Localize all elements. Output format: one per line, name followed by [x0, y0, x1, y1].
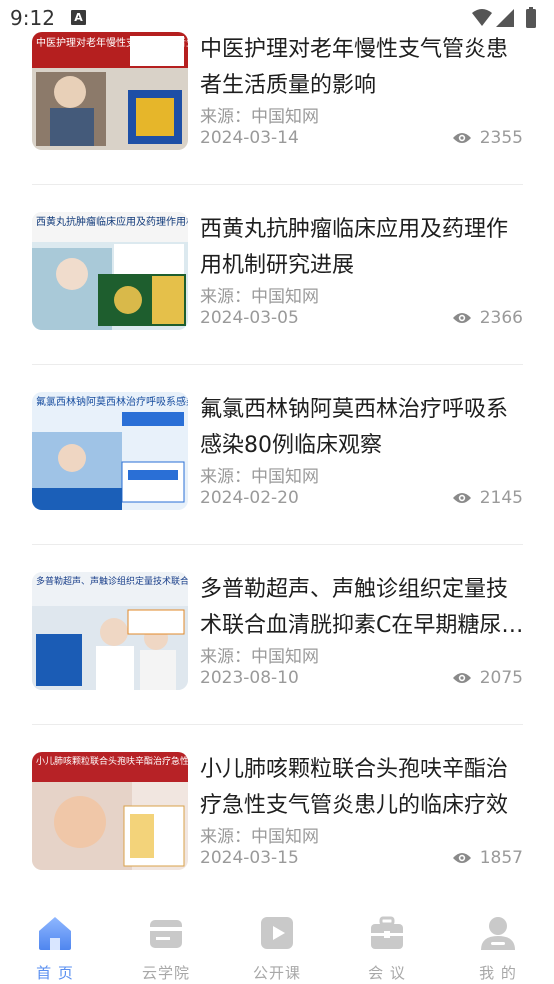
article-card[interactable]: 小儿肺咳颗粒联合头孢呋辛酯治疗急性支气管炎患儿的临床疗效及对免疫功能和炎症指标的…: [32, 724, 523, 905]
view-count-value: 2075: [479, 668, 523, 688]
article-card[interactable]: 西黄丸抗肿瘤临床应用及药理作用机制研究进展 西黄丸抗肿瘤临床应用及药理作用机制研…: [32, 184, 523, 365]
article-thumbnail: 西黄丸抗肿瘤临床应用及药理作用机制研究进展: [32, 212, 188, 330]
nav-label: 会 议: [368, 964, 406, 982]
nav-school[interactable]: 云学院: [121, 914, 211, 983]
school-icon: [150, 920, 182, 948]
thumb-text: 西黄丸抗肿瘤临床应用及药理作用机制研究进展: [36, 215, 188, 228]
article-source: 来源：中国知网: [200, 647, 319, 667]
view-count: 2075: [452, 668, 523, 688]
view-count: 2366: [452, 308, 523, 328]
eye-icon: [452, 313, 471, 323]
view-count: 2145: [452, 488, 523, 508]
view-count: 2355: [452, 128, 523, 148]
home-icon: [39, 917, 71, 950]
view-count: 1857: [452, 848, 523, 868]
article-title[interactable]: 中医护理对老年慢性支气管炎患者生活质量的影响: [200, 32, 525, 104]
article-source: 来源：中国知网: [200, 467, 319, 487]
nav-label: 我 的: [479, 964, 517, 982]
nav-home[interactable]: 首 页: [10, 914, 100, 983]
nav-open-course[interactable]: 公开课: [232, 914, 322, 983]
battery-icon: [526, 9, 536, 28]
article-title[interactable]: 西黄丸抗肿瘤临床应用及药理作用机制研究进展: [200, 212, 525, 284]
user-icon: [481, 917, 515, 950]
article-thumbnail: 中医护理对老年慢性支气管炎患者生活质量的影响: [32, 32, 188, 150]
eye-icon: [452, 493, 471, 503]
thumb-text: 氟氯西林钠阿莫西林治疗呼吸系感染80例临床观察: [36, 395, 188, 408]
nav-mine[interactable]: 我 的: [453, 914, 543, 983]
view-count-value: 1857: [479, 848, 523, 868]
article-thumbnail: 氟氯西林钠阿莫西林治疗呼吸系感染80例临床观察: [32, 392, 188, 510]
play-icon: [261, 917, 293, 949]
bottom-nav: 首 页 云学院 公开课 会 议 我 的: [0, 900, 554, 984]
thumb-text: 小儿肺咳颗粒联合头孢呋辛酯治疗急性支气管炎患儿的临床疗效及对免疫功能和炎症指标的…: [36, 755, 188, 767]
article-title[interactable]: 氟氯西林钠阿莫西林治疗呼吸系感染80例临床观察: [200, 392, 525, 464]
article-date: 2024-03-14: [200, 128, 299, 148]
thumb-text: 多普勒超声、声触诊组织定量技术联合血清胱抑素C在早期糖尿病诊断中的应用价值: [36, 575, 188, 587]
article-card[interactable]: 氟氯西林钠阿莫西林治疗呼吸系感染80例临床观察 氟氯西林钠阿莫西林治疗呼吸系感染…: [32, 364, 523, 545]
article-source: 来源：中国知网: [200, 287, 319, 307]
article-card[interactable]: 中医护理对老年慢性支气管炎患者生活质量的影响 中医护理对老年慢性支气管炎患者生活…: [32, 4, 523, 185]
eye-icon: [452, 853, 471, 863]
view-count-value: 2145: [479, 488, 523, 508]
eye-icon: [452, 133, 471, 143]
article-thumbnail: 小儿肺咳颗粒联合头孢呋辛酯治疗急性支气管炎患儿的临床疗效及对免疫功能和炎症指标的…: [32, 752, 188, 870]
nav-meeting[interactable]: 会 议: [342, 914, 432, 983]
briefcase-icon: [371, 916, 403, 949]
nav-label: 首 页: [36, 964, 74, 982]
eye-icon: [452, 673, 471, 683]
nav-label: 公开课: [252, 964, 301, 982]
article-title[interactable]: 小儿肺咳颗粒联合头孢呋辛酯治疗急性支气管炎患儿的临床疗效: [200, 752, 525, 824]
article-source: 来源：中国知网: [200, 107, 319, 127]
article-card[interactable]: 多普勒超声、声触诊组织定量技术联合血清胱抑素C在早期糖尿病诊断中的应用价值 多普…: [32, 544, 523, 725]
article-source: 来源：中国知网: [200, 827, 319, 847]
article-date: 2024-03-15: [200, 848, 299, 868]
nav-label: 云学院: [141, 964, 190, 982]
article-date: 2023-08-10: [200, 668, 299, 688]
view-count-value: 2366: [479, 308, 523, 328]
article-date: 2024-02-20: [200, 488, 299, 508]
article-title[interactable]: 多普勒超声、声触诊组织定量技术联合血清胱抑素C在早期糖尿病肾病诊断中的应用价值: [200, 572, 525, 644]
article-date: 2024-03-05: [200, 308, 299, 328]
article-thumbnail: 多普勒超声、声触诊组织定量技术联合血清胱抑素C在早期糖尿病诊断中的应用价值: [32, 572, 188, 690]
view-count-value: 2355: [479, 128, 523, 148]
